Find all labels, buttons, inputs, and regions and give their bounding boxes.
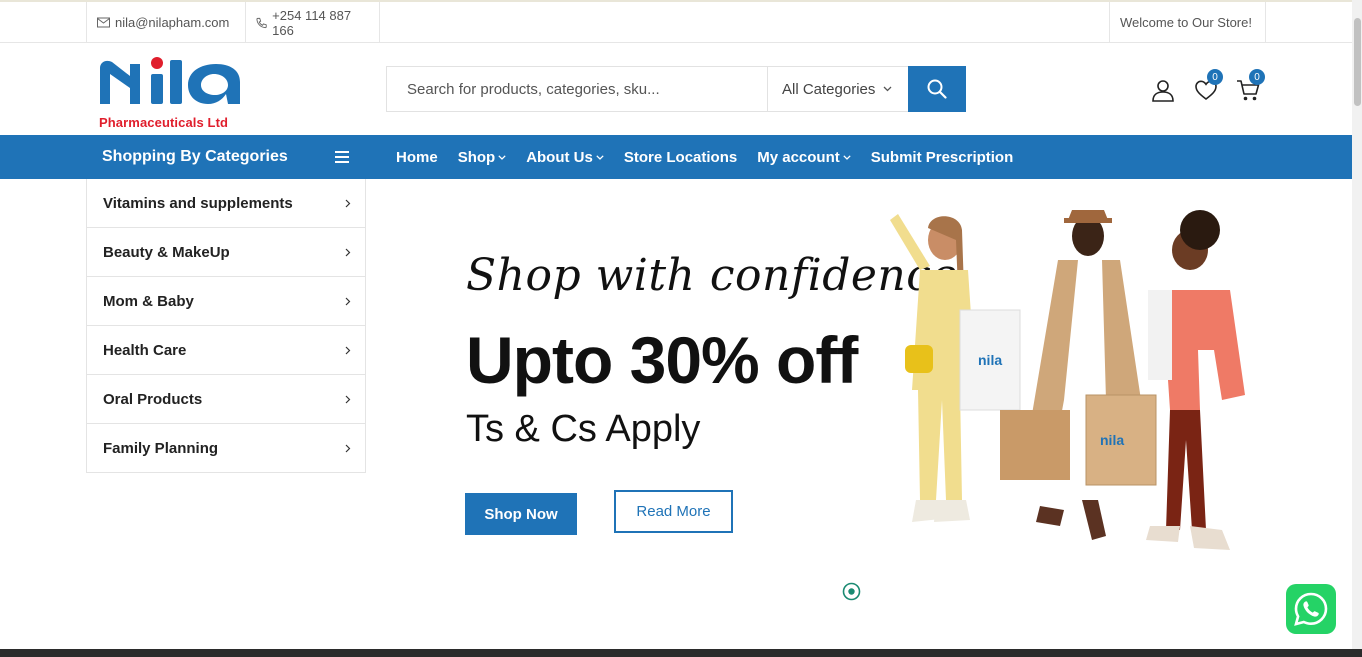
main-nav-bar: Shopping By Categories Home Shop About U… [0,135,1362,179]
category-list: Vitamins and supplements Beauty & MakeUp… [86,179,366,473]
nav-about-label: About Us [526,148,593,166]
bag-logo: nila [1100,432,1124,448]
nav-account-label: My account [757,148,840,166]
search-icon [927,79,947,99]
slider-dot-active[interactable] [842,582,861,601]
topbar-phone[interactable]: +254 114 887 166 [245,2,380,43]
search-input[interactable] [387,67,767,111]
category-dropdown[interactable]: All Categories [767,67,909,111]
wishlist-count-badge: 0 [1207,69,1223,85]
category-label: Oral Products [103,390,203,408]
read-more-button[interactable]: Read More [614,490,733,533]
chevron-right-icon [345,199,351,207]
category-item-health-care[interactable]: Health Care [87,326,365,375]
hero-subline: Ts & Cs Apply [466,408,701,450]
chevron-right-icon [345,248,351,256]
whatsapp-icon [1294,592,1328,626]
chevron-right-icon [345,346,351,354]
nav-home[interactable]: Home [396,149,438,166]
chevron-right-icon [345,444,351,452]
whatsapp-chat-button[interactable] [1286,584,1336,634]
welcome-message: Welcome to Our Store! [1109,2,1266,43]
chevron-right-icon [345,297,351,305]
scrollbar-thumb[interactable] [1354,18,1361,106]
nav-about-us[interactable]: About Us [526,149,604,166]
phone-icon [256,17,267,28]
hero-headline: Upto 30% off [466,323,858,397]
nav-submit-prescription[interactable]: Submit Prescription [871,149,1014,166]
category-item-mom-baby[interactable]: Mom & Baby [87,277,365,326]
email-text: nila@nilapham.com [115,15,230,30]
category-item-family-planning[interactable]: Family Planning [87,424,365,472]
hamburger-menu-icon[interactable] [335,150,349,164]
category-dropdown-value: All Categories [782,80,876,98]
welcome-text: Welcome to Our Store! [1120,15,1252,30]
category-label: Family Planning [103,439,219,457]
nav-prescription-label: Submit Prescription [870,148,1014,166]
chevron-down-icon [883,86,892,92]
user-account-icon[interactable] [1151,78,1175,102]
nav-home-label: Home [396,148,438,166]
mail-icon [97,17,110,28]
nav-my-account[interactable]: My account [757,149,851,166]
nav-links: Home Shop About Us Store Locations My ac… [396,135,1033,179]
chevron-down-icon [498,154,506,160]
category-label: Vitamins and supplements [103,194,293,212]
nav-shop-label: Shop [457,148,496,166]
bag-logo: nila [978,352,1002,368]
search-bar: All Categories [386,66,966,112]
chevron-right-icon [345,395,351,403]
page-scrollbar[interactable] [1352,0,1362,649]
category-label: Health Care [103,341,187,359]
search-button[interactable] [908,66,966,112]
category-label: Mom & Baby [103,292,194,310]
phone-text: +254 114 887 166 [272,7,352,38]
cart-count-badge: 0 [1249,69,1265,85]
category-menu-toggle[interactable]: Shopping By Categories [102,135,288,179]
nav-store-locations[interactable]: Store Locations [624,149,737,166]
logo-subtitle: Pharmaceuticals Ltd [99,115,229,130]
shop-now-button[interactable]: Shop Now [465,493,577,535]
topbar-email[interactable]: nila@nilapham.com [86,2,246,43]
category-item-vitamins[interactable]: Vitamins and supplements [87,179,365,228]
chevron-down-icon [843,154,851,160]
os-taskbar-strip [0,649,1362,657]
category-item-oral-products[interactable]: Oral Products [87,375,365,424]
hero-shoppers-image: nila nila [890,210,1245,550]
nav-store-label: Store Locations [623,148,738,166]
nav-shop[interactable]: Shop [458,149,507,166]
top-bar: nila@nilapham.com +254 114 887 166 Welco… [0,0,1362,43]
chevron-down-icon [596,154,604,160]
category-item-beauty[interactable]: Beauty & MakeUp [87,228,365,277]
category-label: Beauty & MakeUp [103,243,230,261]
